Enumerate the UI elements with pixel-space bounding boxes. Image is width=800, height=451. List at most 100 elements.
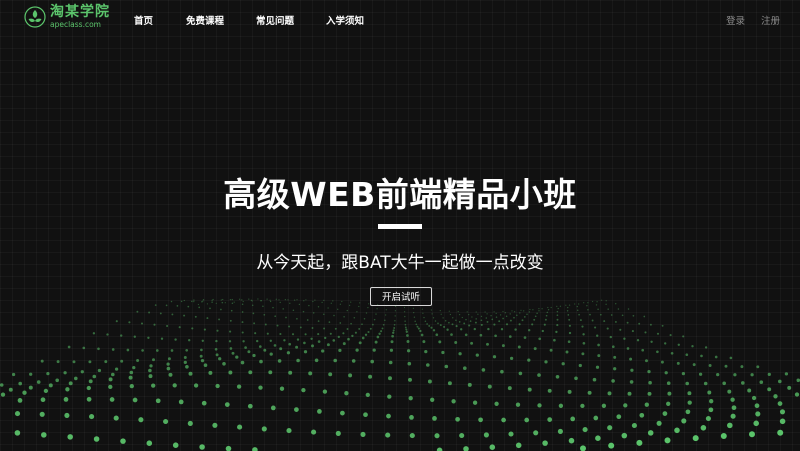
particle-dot xyxy=(417,327,420,330)
particle-dot xyxy=(555,375,560,379)
particle-dot xyxy=(372,348,376,352)
particle-dot xyxy=(682,335,685,338)
particle-dot xyxy=(566,310,569,312)
particle-dot xyxy=(92,374,97,379)
particle-dot xyxy=(385,309,387,311)
particle-dot xyxy=(582,333,585,336)
particle-dot xyxy=(133,335,136,338)
particle-dot xyxy=(254,332,257,335)
particle-dot xyxy=(354,331,357,334)
particle-dot xyxy=(452,317,454,319)
particle-dot xyxy=(120,359,124,363)
nav-item-home[interactable]: 首页 xyxy=(134,13,186,27)
particle-dot xyxy=(509,356,514,361)
particle-dot xyxy=(561,362,565,366)
particle-dot xyxy=(214,347,218,351)
landing-page: 淘某学院 apeclass.com 首页 免费课程 常见问题 入学须知 登录 注… xyxy=(0,0,800,451)
particle-dot xyxy=(773,394,778,399)
particle-dot xyxy=(201,339,204,342)
site-logo[interactable]: 淘某学院 apeclass.com xyxy=(24,5,110,29)
particle-dot xyxy=(183,356,187,359)
particle-dot xyxy=(329,332,332,335)
particle-dot xyxy=(603,320,606,323)
particle-dot xyxy=(610,314,613,316)
particle-dot xyxy=(140,322,144,325)
particle-dot xyxy=(89,414,95,420)
particle-dot xyxy=(129,370,134,375)
particle-dot xyxy=(545,314,548,317)
particle-dot xyxy=(159,312,162,315)
particle-dot xyxy=(583,302,585,304)
particle-dot xyxy=(504,312,507,314)
particle-dot xyxy=(148,311,151,314)
particle-dot xyxy=(312,312,315,314)
particle-dot xyxy=(479,333,483,337)
particle-dot xyxy=(356,311,358,313)
particle-dot xyxy=(348,373,353,378)
particle-dot xyxy=(187,420,193,426)
particle-dot xyxy=(475,311,477,313)
particle-dot xyxy=(731,405,737,411)
particle-dot xyxy=(727,422,733,429)
particle-dot xyxy=(138,417,144,423)
particle-dot xyxy=(385,432,391,438)
particle-dot xyxy=(493,311,495,313)
particle-dot xyxy=(733,373,737,377)
particle-dot xyxy=(152,358,155,362)
particle-dot xyxy=(448,321,450,324)
particle-dot xyxy=(350,301,352,303)
start-trial-button[interactable]: 开启试听 xyxy=(370,287,432,306)
particle-dot xyxy=(528,311,531,313)
particle-dot xyxy=(708,364,712,367)
particle-dot xyxy=(392,329,395,332)
particle-dot xyxy=(295,345,299,349)
particle-dot xyxy=(259,359,263,364)
particle-dot xyxy=(568,318,571,321)
particle-dot xyxy=(629,380,634,384)
particle-dot xyxy=(594,326,597,329)
particle-dot xyxy=(541,329,544,333)
particle-dot xyxy=(279,386,285,391)
particle-dot xyxy=(519,312,521,314)
particle-dot xyxy=(487,384,492,389)
particle-dot xyxy=(172,383,177,388)
nav-item-free-courses[interactable]: 免费课程 xyxy=(186,13,256,27)
particle-dot xyxy=(235,355,239,359)
particle-dot xyxy=(332,339,336,342)
particle-dot xyxy=(241,321,244,324)
particle-dot xyxy=(0,383,4,387)
particle-dot xyxy=(607,391,612,396)
particle-dot xyxy=(578,313,580,316)
particle-dot xyxy=(517,345,521,349)
particle-dot xyxy=(558,403,564,408)
particle-dot xyxy=(754,403,760,409)
particle-dot xyxy=(88,360,92,364)
particle-dot xyxy=(308,371,313,376)
nav-item-admission-notes[interactable]: 入学须知 xyxy=(326,13,386,27)
nav-item-faq[interactable]: 常见问题 xyxy=(256,13,326,27)
particle-dot xyxy=(305,299,307,301)
particle-dot xyxy=(531,323,534,326)
particle-dot xyxy=(330,302,332,304)
particle-dot xyxy=(787,385,792,390)
particle-dot xyxy=(500,328,504,331)
particle-dot xyxy=(714,355,718,359)
particle-dot xyxy=(229,330,232,333)
particle-dot xyxy=(523,336,527,339)
particle-dot xyxy=(333,358,338,363)
particle-dot xyxy=(174,338,177,341)
particle-dot xyxy=(459,432,465,439)
particle-dot xyxy=(67,345,71,349)
register-link[interactable]: 注册 xyxy=(761,13,780,27)
particle-dot xyxy=(403,306,406,309)
particle-dot xyxy=(351,359,356,363)
particle-dot xyxy=(687,400,692,405)
particle-dot xyxy=(574,376,578,381)
login-link[interactable]: 登录 xyxy=(726,13,745,27)
particle-dot xyxy=(154,304,157,306)
particle-dot xyxy=(151,383,156,388)
particle-dot xyxy=(155,398,161,404)
brand-domain: apeclass.com xyxy=(50,20,101,29)
particle-dot xyxy=(698,372,703,376)
particle-dot xyxy=(303,300,305,302)
